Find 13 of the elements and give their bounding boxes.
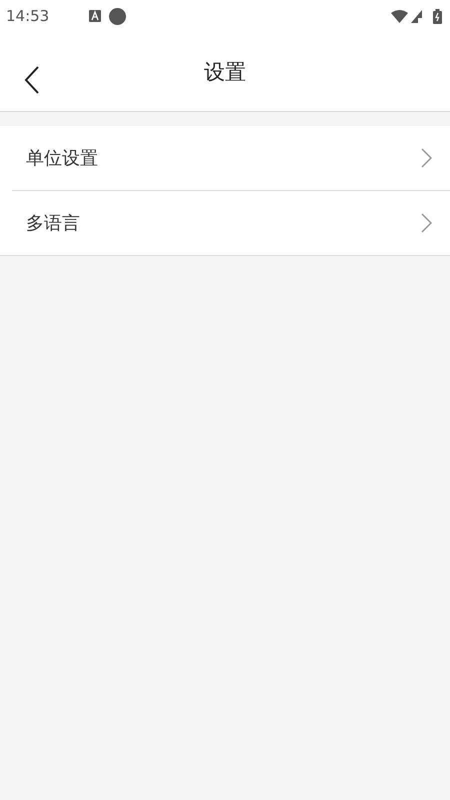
battery-icon	[433, 8, 442, 24]
row-label: 多语言	[26, 212, 81, 236]
back-icon	[24, 66, 40, 94]
app-notification-icon	[89, 10, 102, 22]
signal-icon	[411, 10, 424, 22]
status-time: 14:53	[6, 6, 50, 27]
dot-icon	[109, 8, 126, 24]
chevron-icon	[421, 148, 432, 168]
row-label: 单位设置	[26, 146, 99, 170]
chevron-icon	[421, 213, 432, 233]
page-title: 设置	[204, 58, 246, 86]
settings-row[interactable]: 单位设置	[12, 126, 450, 190]
wifi-icon	[391, 10, 408, 22]
